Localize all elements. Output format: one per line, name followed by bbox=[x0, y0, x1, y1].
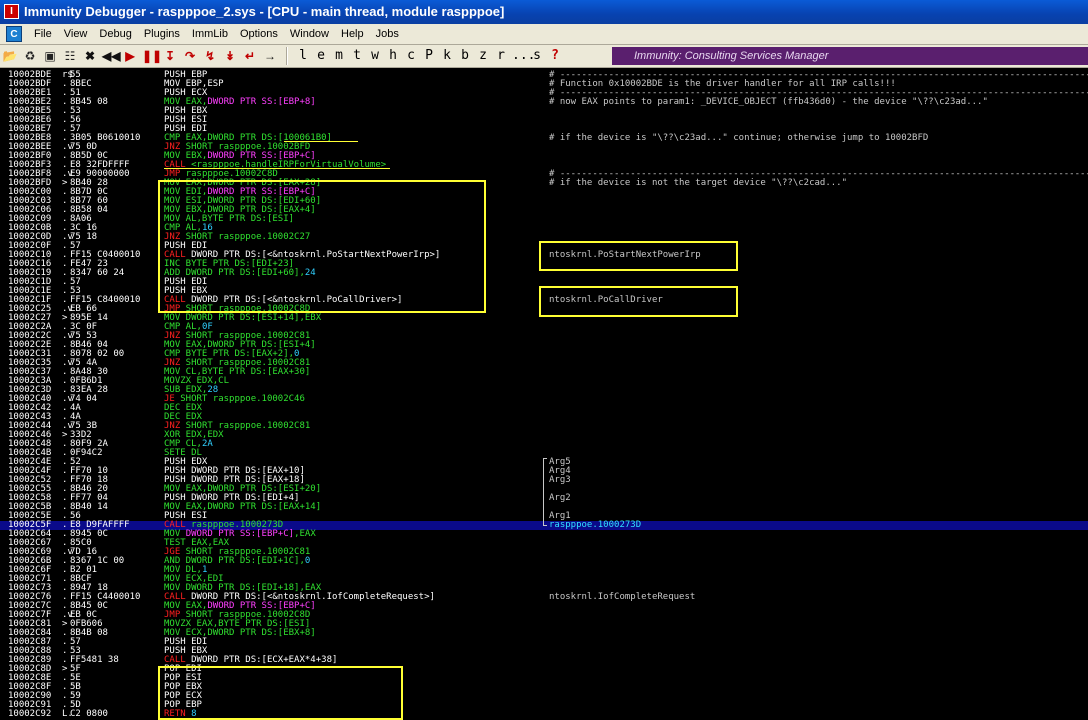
executable-modules-button[interactable]: e bbox=[314, 48, 328, 64]
goto-icon[interactable]: → bbox=[262, 48, 278, 64]
run-trace-button[interactable]: ... bbox=[512, 48, 535, 64]
disassembly-token: 2A bbox=[201, 439, 213, 449]
memory-map-button[interactable]: m bbox=[332, 48, 346, 64]
trace-into-icon[interactable]: ↯ bbox=[202, 48, 218, 64]
threads-button[interactable]: t bbox=[350, 48, 364, 64]
consulting-banner-text: Immunity: Consulting Services Manager bbox=[634, 50, 829, 62]
disassembly-token: ,EAX bbox=[294, 529, 316, 539]
hardware-breakpoints-button[interactable]: z bbox=[476, 48, 490, 64]
consulting-banner[interactable]: Immunity: Consulting Services Manager bbox=[612, 47, 1088, 65]
patches-button[interactable]: P bbox=[422, 48, 436, 64]
menu-window[interactable]: Window bbox=[284, 28, 335, 40]
cpu-button[interactable]: c bbox=[404, 48, 418, 64]
row-comment: Arg3 bbox=[549, 475, 571, 485]
windows-button[interactable]: w bbox=[368, 48, 382, 64]
menu-bar: C File View Debug Plugins ImmLib Options… bbox=[0, 24, 1088, 45]
source-button[interactable]: s bbox=[530, 48, 544, 64]
attach-icon[interactable]: ♻ bbox=[22, 48, 38, 64]
disassembly-token: 0 bbox=[304, 556, 311, 566]
row-comment: # if the device is not the target device… bbox=[549, 178, 848, 188]
row-address: 10002C92 bbox=[8, 709, 52, 719]
help-button[interactable]: ? bbox=[548, 48, 562, 64]
menu-debug[interactable]: Debug bbox=[93, 28, 137, 40]
row-comment: # now EAX points to param1: _DEVICE_OBJE… bbox=[549, 97, 988, 107]
menu-jobs[interactable]: Jobs bbox=[370, 28, 405, 40]
arguments-bracket bbox=[543, 458, 547, 526]
run-icon[interactable]: ▶ bbox=[122, 48, 138, 64]
row-hex-dump: C2 0800 bbox=[70, 709, 108, 719]
menu-plugins[interactable]: Plugins bbox=[138, 28, 186, 40]
row-comment: Arg2 bbox=[549, 493, 571, 503]
step-over-icon[interactable]: ↷ bbox=[182, 48, 198, 64]
toolbar-separator bbox=[286, 47, 288, 65]
disassembly-token: DWORD PTR SS:[EBP+8] bbox=[207, 97, 316, 107]
cpu-window-icon[interactable]: C bbox=[6, 26, 22, 42]
row-comment: raspppoe.1000273D bbox=[549, 520, 642, 530]
open-folder-icon[interactable]: 📂 bbox=[2, 48, 18, 64]
menu-immlib[interactable]: ImmLib bbox=[186, 28, 234, 40]
row-disassembly: RETN 8 bbox=[164, 710, 197, 719]
step-into-icon[interactable]: ↧ bbox=[162, 48, 178, 64]
handles-button[interactable]: h bbox=[386, 48, 400, 64]
disassembly-token: 24 bbox=[304, 268, 316, 278]
breakpoints-button[interactable]: b bbox=[458, 48, 472, 64]
row-comment: ntoskrnl.PoStartNextPowerIrp bbox=[549, 250, 701, 260]
row-comment: ntoskrnl.IofCompleteRequest bbox=[549, 592, 696, 602]
row-comment: # if the device is "\??\c23ad..." contin… bbox=[549, 133, 929, 143]
menu-view[interactable]: View bbox=[58, 28, 94, 40]
toolbar: 📂 ♻ ▣ ☷ ✖ ◀◀ ▶ ❚❚ ↧ ↷ ↯ ↡ ↵ → l e m t w … bbox=[0, 45, 1088, 68]
menu-help[interactable]: Help bbox=[335, 28, 370, 40]
record-icon[interactable]: ☷ bbox=[62, 48, 78, 64]
row-comment: ntoskrnl.PoCallDriver bbox=[549, 295, 663, 305]
disassembly-token: DWORD PTR DS:[ECX+EAX*4+38] bbox=[185, 655, 338, 665]
references-button[interactable]: r bbox=[494, 48, 508, 64]
menu-options[interactable]: Options bbox=[234, 28, 284, 40]
cpu-disassembly-pane[interactable]: 10002BDE r$ 55 PUSH EBP # ------------------… bbox=[0, 68, 1088, 720]
close-program-icon[interactable]: ✖ bbox=[82, 48, 98, 64]
pause-icon[interactable]: ❚❚ bbox=[142, 48, 162, 64]
title-bar: I Immunity Debugger - raspppoe_2.sys - [… bbox=[0, 0, 1088, 24]
trace-over-icon[interactable]: ↡ bbox=[222, 48, 238, 64]
log-window-button[interactable]: l bbox=[296, 48, 310, 64]
restart-icon[interactable]: ▣ bbox=[42, 48, 58, 64]
disassembly-token: RETN bbox=[164, 709, 186, 719]
disassembly-row[interactable]: 10002C92 L. C2 0800 RETN 8 bbox=[0, 710, 1088, 719]
immunity-app-icon[interactable]: I bbox=[4, 4, 19, 19]
call-stack-button[interactable]: k bbox=[440, 48, 454, 64]
menu-file[interactable]: File bbox=[28, 28, 58, 40]
execute-till-return-icon[interactable]: ↵ bbox=[242, 48, 258, 64]
window-title: Immunity Debugger - raspppoe_2.sys - [CP… bbox=[24, 4, 505, 19]
disassembly-token: 8 bbox=[185, 709, 197, 719]
rewind-icon[interactable]: ◀◀ bbox=[102, 48, 120, 64]
